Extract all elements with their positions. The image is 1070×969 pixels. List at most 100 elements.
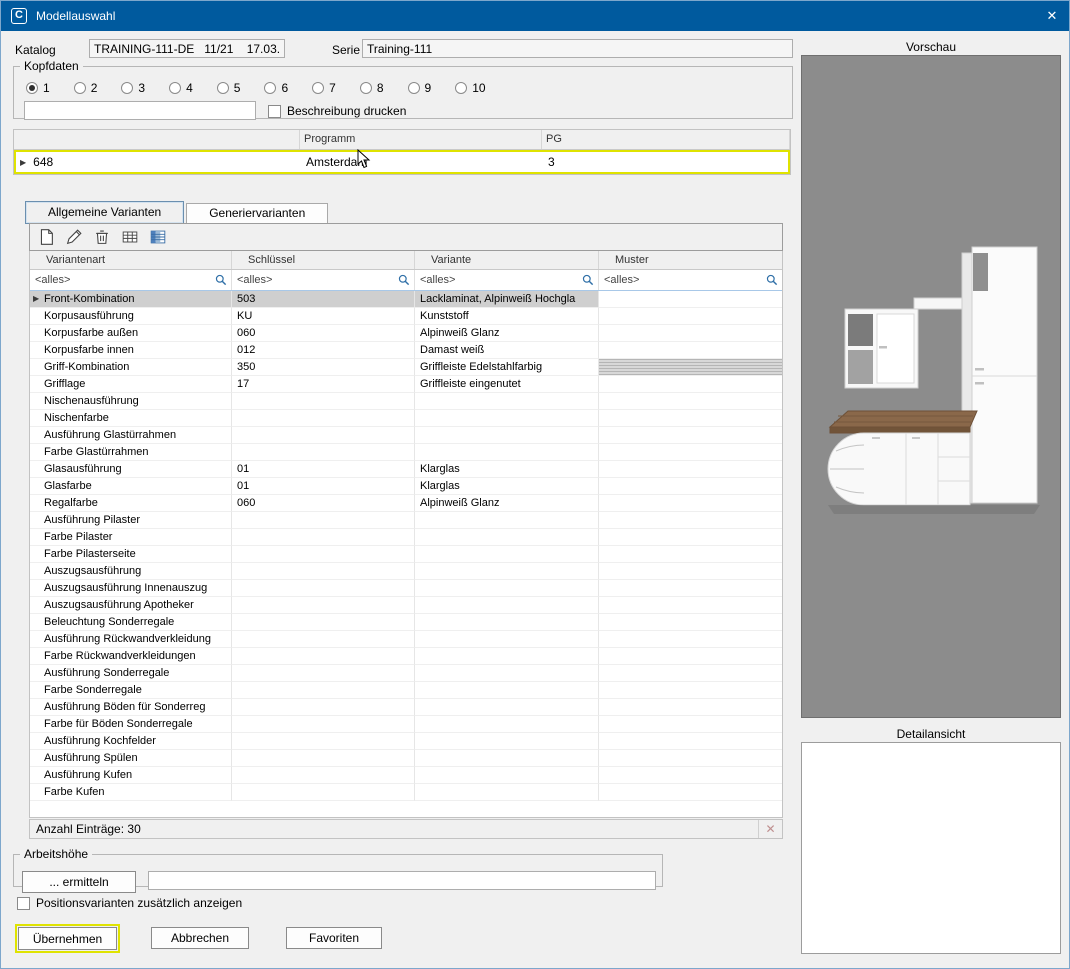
checkbox-icon xyxy=(268,105,281,118)
variant-row-korpusfarbe-au-en[interactable]: Korpusfarbe außen060Alpinweiß Glanz xyxy=(30,325,782,342)
variant-row-auszugsausf-hrung-apotheker[interactable]: Auszugsausführung Apotheker xyxy=(30,597,782,614)
filter-value: <alles> xyxy=(604,274,639,286)
cell-muster xyxy=(599,325,782,342)
variant-row-ausf-hrung-sonderregale[interactable]: Ausführung Sonderregale xyxy=(30,665,782,682)
cell-variantenart: Ausführung Kufen xyxy=(30,767,232,784)
cell-variantenart: Korpusfarbe innen xyxy=(30,342,232,359)
variant-row-auszugsausf-hrung-innenauszug[interactable]: Auszugsausführung Innenauszug xyxy=(30,580,782,597)
column-header-programm[interactable]: Programm xyxy=(300,130,542,149)
variant-row-korpusausf-hrung[interactable]: KorpusausführungKUKunststoff xyxy=(30,308,782,325)
uebernehmen-button[interactable]: Übernehmen xyxy=(18,927,117,950)
variant-row-ausf-hrung-glast-rrahmen[interactable]: Ausführung Glastürrahmen xyxy=(30,427,782,444)
positionsvarianten-checkbox[interactable]: Positionsvarianten zusätzlich anzeigen xyxy=(17,896,242,910)
search-icon[interactable] xyxy=(398,274,410,286)
filter-cell-schl-ssel[interactable]: <alles> xyxy=(232,270,415,290)
cell-variante xyxy=(415,767,599,784)
variant-row-farbe-sonderregale[interactable]: Farbe Sonderregale xyxy=(30,682,782,699)
kopfdaten-radio-7[interactable]: 7 xyxy=(312,81,336,95)
cell-muster xyxy=(599,648,782,665)
delete-button[interactable] xyxy=(89,225,115,249)
column-header-variante[interactable]: Variante xyxy=(415,251,599,269)
variants-table-header: VariantenartSchlüsselVarianteMuster xyxy=(30,251,782,270)
close-button[interactable]: ✕ xyxy=(1035,1,1069,31)
cell-schluessel xyxy=(232,716,415,733)
search-icon[interactable] xyxy=(215,274,227,286)
cell-muster xyxy=(599,427,782,444)
new-button[interactable] xyxy=(33,225,59,249)
filter-cell-muster[interactable]: <alles> xyxy=(599,270,782,290)
program-row-648[interactable]: ▶ 648 Amsterdam 3 xyxy=(14,150,790,174)
variant-row-nischenausf-hrung[interactable]: Nischenausführung xyxy=(30,393,782,410)
column-header-blank[interactable] xyxy=(14,130,300,149)
variant-row-ausf-hrung-sp-len[interactable]: Ausführung Spülen xyxy=(30,750,782,767)
variant-row-farbe-pilasterseite[interactable]: Farbe Pilasterseite xyxy=(30,546,782,563)
variant-row-korpusfarbe-innen[interactable]: Korpusfarbe innen012Damast weiß xyxy=(30,342,782,359)
cell-muster xyxy=(599,682,782,699)
variant-row-glasausf-hrung[interactable]: Glasausführung01Klarglas xyxy=(30,461,782,478)
arbeitshoehe-input[interactable] xyxy=(148,871,656,890)
filter-cell-variantenart[interactable]: <alles> xyxy=(30,270,232,290)
kopfdaten-radio-9[interactable]: 9 xyxy=(408,81,432,95)
kopfdaten-radio-10[interactable]: 10 xyxy=(455,81,485,95)
search-icon[interactable] xyxy=(766,274,778,286)
kopfdaten-input[interactable] xyxy=(24,101,256,120)
variantenart-text: Farbe Pilaster xyxy=(44,529,112,545)
cell-variante: Klarglas xyxy=(415,461,599,478)
variant-row-grifflage[interactable]: Grifflage17Griffleiste eingenutet xyxy=(30,376,782,393)
kopfdaten-radio-1[interactable]: 1 xyxy=(26,81,50,95)
variantenart-text: Farbe Kufen xyxy=(44,784,105,800)
variant-row-farbe-r-ckwandverkleidungen[interactable]: Farbe Rückwandverkleidungen xyxy=(30,648,782,665)
filter-value: <alles> xyxy=(35,274,70,286)
kopfdaten-radio-2[interactable]: 2 xyxy=(74,81,98,95)
edit-button[interactable] xyxy=(61,225,87,249)
kopfdaten-radio-6[interactable]: 6 xyxy=(264,81,288,95)
variant-row-farbe-glast-rrahmen[interactable]: Farbe Glastürrahmen xyxy=(30,444,782,461)
variant-row-farbe-f-r-b-den-sonderregale[interactable]: Farbe für Böden Sonderregale xyxy=(30,716,782,733)
variants-table: VariantenartSchlüsselVarianteMuster <all… xyxy=(29,251,783,818)
columns-button[interactable] xyxy=(145,225,171,249)
variant-row-ausf-hrung-kufen[interactable]: Ausführung Kufen xyxy=(30,767,782,784)
variant-row-farbe-pilaster[interactable]: Farbe Pilaster xyxy=(30,529,782,546)
column-header-muster[interactable]: Muster xyxy=(599,251,782,269)
variant-row-ausf-hrung-kochfelder[interactable]: Ausführung Kochfelder xyxy=(30,733,782,750)
variant-row-farbe-kufen[interactable]: Farbe Kufen xyxy=(30,784,782,801)
favoriten-button[interactable]: Favoriten xyxy=(286,927,382,949)
cell-schluessel: 060 xyxy=(232,495,415,512)
beschreibung-drucken-checkbox[interactable]: Beschreibung drucken xyxy=(268,104,406,118)
kopfdaten-radio-4[interactable]: 4 xyxy=(169,81,193,95)
variant-row-ausf-hrung-r-ckwandverkleidung[interactable]: Ausführung Rückwandverkleidung xyxy=(30,631,782,648)
variant-row-glasfarbe[interactable]: Glasfarbe01Klarglas xyxy=(30,478,782,495)
filter-cell-variante[interactable]: <alles> xyxy=(415,270,599,290)
variant-row-beleuchtung-sonderregale[interactable]: Beleuchtung Sonderregale xyxy=(30,614,782,631)
variant-row-ausf-hrung-pilaster[interactable]: Ausführung Pilaster xyxy=(30,512,782,529)
kopfdaten-radio-5[interactable]: 5 xyxy=(217,81,241,95)
column-header-variantenart[interactable]: Variantenart xyxy=(30,251,232,269)
cell-muster xyxy=(599,342,782,359)
cell-variante: Griffleiste eingenutet xyxy=(415,376,599,393)
variant-row-griff-kombination[interactable]: Griff-Kombination350Griffleiste Edelstah… xyxy=(30,359,782,376)
kopfdaten-group: Kopfdaten 12345678910 Beschreibung druck… xyxy=(13,59,793,119)
column-header-pg[interactable]: PG xyxy=(542,130,790,149)
program-table: Programm PG ▶ 648 Amsterdam 3 xyxy=(13,129,791,175)
tab-strip: Allgemeine VariantenGeneriervarianten xyxy=(25,201,330,224)
variant-row-front-kombination[interactable]: ▶Front-Kombination503Lacklaminat, Alpinw… xyxy=(30,291,782,308)
variant-row-auszugsausf-hrung[interactable]: Auszugsausführung xyxy=(30,563,782,580)
search-icon[interactable] xyxy=(582,274,594,286)
variant-row-ausf-hrung-b-den-f-r-sonderreg[interactable]: Ausführung Böden für Sonderreg xyxy=(30,699,782,716)
clear-filter-button[interactable]: ✕ xyxy=(758,820,782,838)
column-header-schl-ssel[interactable]: Schlüssel xyxy=(232,251,415,269)
kopfdaten-radio-8[interactable]: 8 xyxy=(360,81,384,95)
serie-field[interactable] xyxy=(362,39,793,58)
grid-button[interactable] xyxy=(117,225,143,249)
katalog-field[interactable] xyxy=(89,39,285,58)
tab-allgemeine-varianten[interactable]: Allgemeine Varianten xyxy=(25,201,184,224)
cell-variante xyxy=(415,682,599,699)
cell-muster xyxy=(599,580,782,597)
cell-schluessel xyxy=(232,614,415,631)
variant-row-nischenfarbe[interactable]: Nischenfarbe xyxy=(30,410,782,427)
abbrechen-button[interactable]: Abbrechen xyxy=(151,927,249,949)
kopfdaten-radio-3[interactable]: 3 xyxy=(121,81,145,95)
tab-generiervarianten[interactable]: Generiervarianten xyxy=(186,203,328,224)
ermitteln-button[interactable]: ... ermitteln xyxy=(22,871,136,893)
variant-row-regalfarbe[interactable]: Regalfarbe060Alpinweiß Glanz xyxy=(30,495,782,512)
